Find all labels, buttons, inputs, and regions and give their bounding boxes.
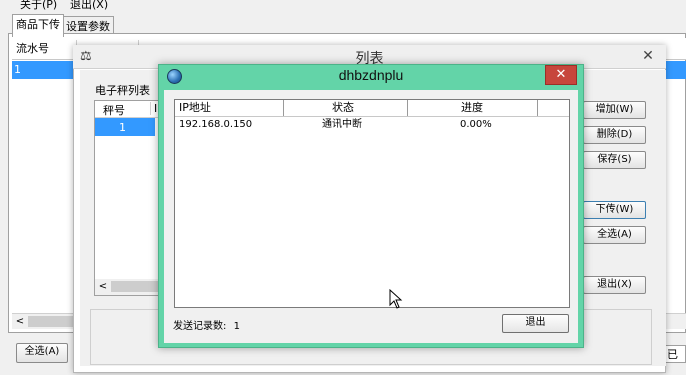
tab-strip: 商品下传 设置参数 (0, 14, 686, 37)
record-count-label: 发送记录数: (173, 321, 227, 332)
close-icon: ✕ (642, 48, 654, 64)
table-row[interactable]: 192.168.0.150 通讯中断 0.00% (175, 118, 569, 133)
base-select-all-button[interactable]: 全选(A) (16, 343, 68, 363)
save-button[interactable]: 保存(S) (583, 151, 646, 169)
cell-status: 通讯中断 (322, 119, 362, 130)
list-window-close-button[interactable]: ✕ (637, 46, 664, 66)
dialog-close-button[interactable]: ✕ (545, 65, 577, 85)
mouse-cursor-icon (389, 289, 403, 309)
cell-progress: 0.00% (460, 119, 492, 130)
list-exit-button[interactable]: 退出(X) (583, 276, 646, 294)
column-header-ip[interactable]: IP地址 (175, 100, 284, 116)
menu-about[interactable]: 关于(P) (20, 0, 57, 12)
list-item[interactable]: 1 (95, 118, 155, 136)
dialog-exit-button[interactable]: 退出 (502, 314, 569, 333)
column-header-scale-no[interactable]: 秤号 (103, 102, 125, 118)
dialog-title: dhbzdnplu (338, 67, 404, 83)
delete-button[interactable]: 删除(D) (583, 126, 646, 144)
base-right-button[interactable]: 已 (663, 345, 686, 363)
column-header-progress[interactable]: 进度 (407, 100, 538, 116)
scroll-thumb[interactable] (111, 281, 159, 292)
record-count-value: 1 (233, 321, 240, 332)
menu-bar: 关于(P) 退出(X) (0, 0, 686, 12)
record-count: 发送记录数: 1 (173, 317, 240, 332)
column-header-serial[interactable]: 流水号 (12, 40, 77, 58)
dialog-titlebar[interactable]: dhbzdnplu ✕ (158, 64, 584, 88)
select-all-button[interactable]: 全选(A) (583, 226, 646, 244)
column-header-status[interactable]: 状态 (279, 100, 408, 116)
scale-list-label: 电子秤列表 (95, 84, 150, 97)
close-icon: ✕ (555, 67, 567, 82)
scale-id: 1 (119, 121, 126, 134)
cell-ip: 192.168.0.150 (179, 119, 253, 130)
send-status-header: IP地址 状态 进度 (175, 100, 569, 117)
table-cell-serial: 1 (14, 63, 21, 76)
tab-product-download[interactable]: 商品下传 (12, 14, 64, 37)
add-button[interactable]: 增加(W) (583, 101, 646, 119)
download-button[interactable]: 下传(W) (583, 201, 646, 219)
scroll-left-icon[interactable]: < (12, 315, 28, 329)
menu-exit[interactable]: 退出(X) (70, 0, 108, 12)
scroll-left-icon[interactable]: < (95, 280, 111, 294)
column-header-second[interactable]: I (150, 102, 157, 115)
